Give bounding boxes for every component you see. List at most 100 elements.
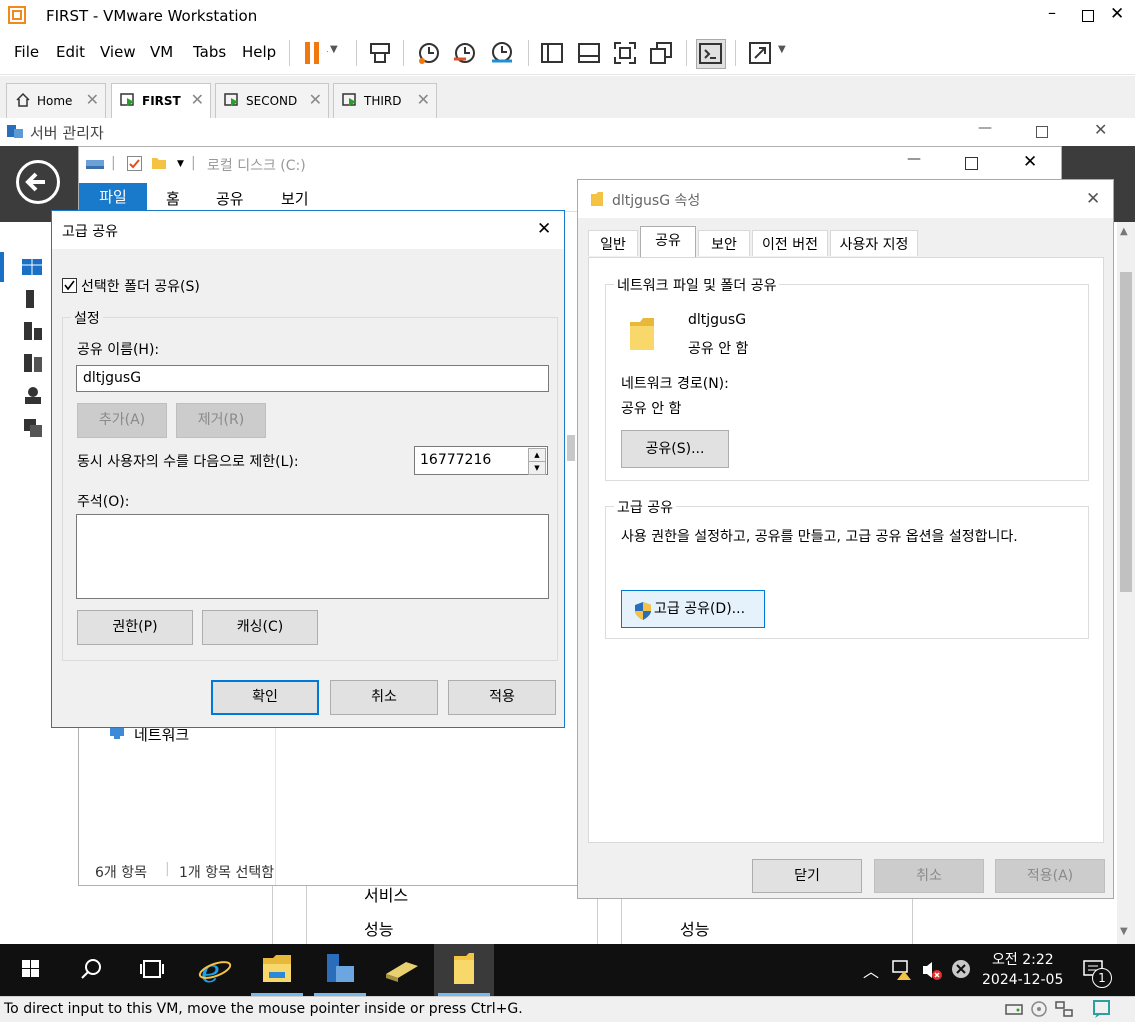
home-icon xyxy=(15,92,31,111)
tab-previous-versions[interactable]: 이전 버전 xyxy=(752,230,828,256)
tab-customize[interactable]: 사용자 지정 xyxy=(830,230,918,256)
all-servers-icon[interactable] xyxy=(23,321,43,345)
menu-help[interactable]: Help xyxy=(242,43,276,61)
file-explorer-taskbar-icon[interactable] xyxy=(247,944,307,996)
ad-ds-icon[interactable] xyxy=(23,353,43,377)
minimize-button[interactable]: – xyxy=(1048,3,1056,22)
pause-icon[interactable] xyxy=(300,39,333,67)
minimize-button[interactable]: — xyxy=(907,151,921,167)
clock-date[interactable]: 2024-12-05 xyxy=(982,972,1063,988)
windows-taskbar: e ︿ 오전 2:22 2024-12-05 1 xyxy=(0,944,1135,996)
server-manager-taskbar-icon[interactable] xyxy=(310,944,370,996)
stepper-down-icon[interactable]: ▼ xyxy=(528,461,546,475)
search-icon[interactable] xyxy=(62,944,122,996)
internet-explorer-icon[interactable]: e xyxy=(185,944,245,996)
user-limit-stepper[interactable]: 16777216 ▲ ▼ xyxy=(414,446,548,475)
close-tab-icon[interactable]: ✕ xyxy=(417,90,430,109)
properties-check-icon[interactable] xyxy=(127,156,142,171)
dashboard-icon[interactable] xyxy=(0,252,44,282)
network-adapter-icon[interactable] xyxy=(1054,1000,1074,1022)
maximize-button[interactable] xyxy=(1036,126,1048,138)
ribbon-tab-share[interactable]: 공유 xyxy=(216,188,244,209)
share-folder-checkbox[interactable] xyxy=(62,278,77,293)
tab-second[interactable]: SECOND ✕ xyxy=(215,83,329,118)
menu-view[interactable]: View xyxy=(100,43,136,61)
local-server-icon[interactable] xyxy=(26,290,34,308)
remove-share-button[interactable]: 제거(R) xyxy=(176,403,266,438)
customize-qat-icon[interactable]: ▼ xyxy=(177,159,184,169)
add-share-button[interactable]: 추가(A) xyxy=(77,403,167,438)
snapshot-manager-icon[interactable] xyxy=(488,39,516,67)
snapshot-icon[interactable] xyxy=(415,39,443,67)
error-status-icon[interactable] xyxy=(950,958,972,984)
ribbon-tab-home[interactable]: 홈 xyxy=(166,188,180,209)
storage-icon[interactable] xyxy=(23,418,43,442)
network-warning-icon[interactable] xyxy=(891,958,915,986)
tab-third[interactable]: THIRD ✕ xyxy=(333,83,437,118)
minimize-button[interactable]: — xyxy=(978,120,992,136)
close-button[interactable]: ✕ xyxy=(1023,152,1037,172)
svg-text:e: e xyxy=(201,952,220,990)
maximize-button[interactable] xyxy=(1082,10,1094,22)
permissions-button[interactable]: 권한(P) xyxy=(77,610,193,645)
close-tab-icon[interactable]: ✕ xyxy=(191,90,204,109)
start-button[interactable] xyxy=(0,944,60,996)
menu-tabs[interactable]: Tabs xyxy=(193,43,226,61)
close-dialog-button[interactable]: 닫기 xyxy=(752,859,862,893)
tab-sharing[interactable]: 공유 xyxy=(640,226,696,257)
revert-snapshot-icon[interactable] xyxy=(451,39,479,67)
apply-button[interactable]: 적용 xyxy=(448,680,556,715)
back-arrow-icon[interactable] xyxy=(16,160,60,204)
tab-security[interactable]: 보안 xyxy=(698,230,750,256)
close-button[interactable]: ✕ xyxy=(1086,189,1100,209)
close-button[interactable]: ✕ xyxy=(1094,120,1107,139)
close-button[interactable]: ✕ xyxy=(1110,4,1124,24)
tab-general[interactable]: 일반 xyxy=(588,230,638,256)
pause-dropdown-icon[interactable]: ▼ xyxy=(330,44,338,55)
share-name-input[interactable]: dltjgusG xyxy=(76,365,549,392)
menu-vm[interactable]: VM xyxy=(150,43,173,61)
cancel-button[interactable]: 취소 xyxy=(330,680,438,715)
clock-time[interactable]: 오전 2:22 xyxy=(992,949,1054,969)
show-hidden-icons-icon[interactable]: ︿ xyxy=(863,958,879,982)
server-manager-scrollbar[interactable]: ▲ ▼ xyxy=(1117,222,1135,944)
tab-home[interactable]: Home ✕ xyxy=(6,83,106,118)
unity-icon[interactable] xyxy=(647,39,675,67)
new-folder-icon[interactable] xyxy=(151,156,167,174)
message-log-icon[interactable] xyxy=(1092,999,1112,1023)
ribbon-tab-file[interactable]: 파일 xyxy=(79,183,147,211)
close-tab-icon[interactable]: ✕ xyxy=(309,90,322,109)
thumbnail-bar-icon[interactable] xyxy=(575,39,603,67)
volume-muted-icon[interactable] xyxy=(920,958,944,986)
sidebar-toggle-icon[interactable] xyxy=(538,39,566,67)
console-view-icon[interactable] xyxy=(696,39,726,69)
comment-textarea[interactable] xyxy=(76,514,549,599)
vmware-logo-icon xyxy=(8,6,26,24)
tab-first[interactable]: FIRST ✕ xyxy=(111,83,211,118)
maximize-button[interactable] xyxy=(965,157,978,170)
cd-device-icon[interactable] xyxy=(1030,1000,1048,1022)
menu-edit[interactable]: Edit xyxy=(56,43,85,61)
properties-apply-button[interactable]: 적용(A) xyxy=(995,859,1105,893)
server-manager-title-bar: 서버 관리자 — ✕ xyxy=(0,118,1135,146)
close-tab-icon[interactable]: ✕ xyxy=(86,90,99,109)
stepper-up-icon[interactable]: ▲ xyxy=(528,448,546,462)
advanced-sharing-button[interactable]: 고급 공유(D)... xyxy=(621,590,765,628)
folder-share-state: 공유 안 함 xyxy=(688,341,749,357)
caching-button[interactable]: 캐싱(C) xyxy=(202,610,318,645)
properties-cancel-button[interactable]: 취소 xyxy=(874,859,984,893)
stretch-dropdown-icon[interactable]: ▼ xyxy=(778,44,786,55)
folder-window-taskbar-icon[interactable] xyxy=(434,944,494,996)
task-view-icon[interactable] xyxy=(122,944,182,996)
file-services-icon[interactable] xyxy=(23,385,43,409)
share-button[interactable]: 공유(S)... xyxy=(621,430,729,468)
menu-file[interactable]: File xyxy=(14,43,39,61)
close-button[interactable]: ✕ xyxy=(537,219,551,239)
hdd-device-icon[interactable] xyxy=(1004,1000,1024,1022)
send-ctrl-alt-del-icon[interactable] xyxy=(366,39,394,67)
drive-tool-taskbar-icon[interactable] xyxy=(372,944,432,996)
stretch-guest-icon[interactable] xyxy=(746,39,774,67)
ribbon-tab-view[interactable]: 보기 xyxy=(281,188,309,209)
ok-button[interactable]: 확인 xyxy=(211,680,319,715)
fullscreen-icon[interactable] xyxy=(611,39,639,67)
